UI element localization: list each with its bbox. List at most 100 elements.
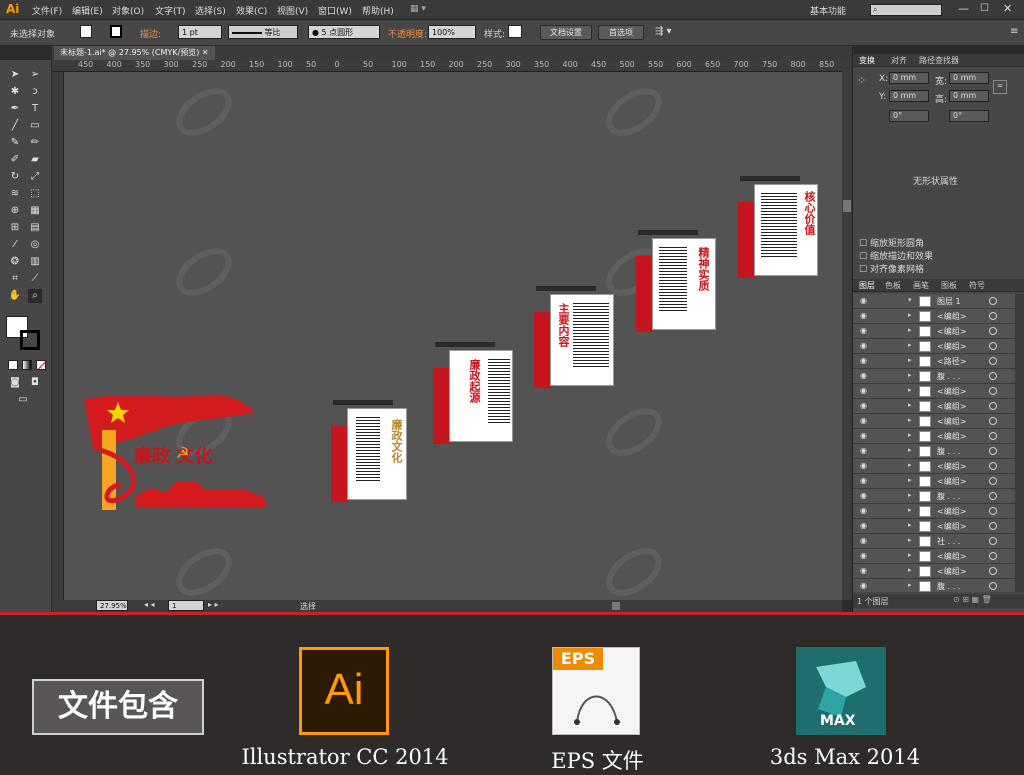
- expand-arrow-icon[interactable]: ▾: [908, 296, 912, 304]
- culture-panel-4[interactable]: 精神实质: [634, 230, 719, 335]
- target-circle-icon[interactable]: [989, 327, 997, 335]
- visibility-eye-icon[interactable]: ◉: [860, 371, 867, 380]
- layer-row[interactable]: ◉ ▸ <编组>: [853, 459, 1015, 474]
- artboard-nav-prev-icon[interactable]: ◂ ◂: [144, 600, 155, 609]
- paintbrush-icon[interactable]: ✎: [8, 136, 22, 150]
- tab-pathfinder[interactable]: 路径查找器: [919, 55, 959, 66]
- layer-row[interactable]: ◉ ▸ <编组>: [853, 504, 1015, 519]
- culture-panel-2[interactable]: 廉政起源: [431, 342, 516, 447]
- visibility-eye-icon[interactable]: ◉: [860, 551, 867, 560]
- expand-arrow-icon[interactable]: ▸: [908, 371, 912, 379]
- draw-normal-icon[interactable]: ◙: [8, 376, 22, 390]
- layer-row[interactable]: ◉ ▸ <编组>: [853, 474, 1015, 489]
- reference-point-icon[interactable]: ⁘: [857, 74, 871, 88]
- arrange-icon[interactable]: ⇶ ▾: [655, 26, 672, 37]
- menu-object[interactable]: 对象(O): [112, 4, 144, 17]
- warp-tool-icon[interactable]: ≋: [8, 187, 22, 201]
- target-circle-icon[interactable]: [989, 477, 997, 485]
- expand-arrow-icon[interactable]: ▸: [908, 431, 912, 439]
- tab-swatches[interactable]: 色板: [885, 280, 901, 291]
- visibility-eye-icon[interactable]: ◉: [860, 536, 867, 545]
- culture-panel-3[interactable]: 主要内容: [532, 286, 617, 391]
- symbol-sprayer-icon[interactable]: ❂: [8, 255, 22, 269]
- layer-row[interactable]: ◉ ▾ 图层 1: [853, 294, 1015, 309]
- expand-arrow-icon[interactable]: ▸: [908, 521, 912, 529]
- style-swatch[interactable]: [508, 25, 522, 38]
- visibility-eye-icon[interactable]: ◉: [860, 446, 867, 455]
- layer-row[interactable]: ◉ ▸ 社 . . .: [853, 534, 1015, 549]
- variable-width-select[interactable]: 等比: [228, 25, 298, 39]
- document-settings-button[interactable]: 文档设置: [540, 25, 592, 40]
- rotate-field[interactable]: 0°: [889, 110, 929, 122]
- type-tool-icon[interactable]: T: [28, 102, 42, 116]
- layer-row[interactable]: ◉ ▸ 腹 . . .: [853, 369, 1015, 384]
- target-circle-icon[interactable]: [989, 312, 997, 320]
- eraser-icon[interactable]: ▰: [28, 153, 42, 167]
- bridge-icon[interactable]: ▦ ▾: [410, 4, 426, 14]
- option-scale-strokes[interactable]: ☐ 缩放描边和效果: [859, 249, 933, 262]
- target-circle-icon[interactable]: [989, 522, 997, 530]
- expand-arrow-icon[interactable]: ▸: [908, 476, 912, 484]
- target-circle-icon[interactable]: [989, 492, 997, 500]
- visibility-eye-icon[interactable]: ◉: [860, 506, 867, 515]
- culture-panel-5[interactable]: 核心价值: [736, 176, 821, 281]
- expand-arrow-icon[interactable]: ▸: [908, 356, 912, 364]
- x-field[interactable]: 0 mm: [889, 72, 929, 84]
- target-circle-icon[interactable]: [989, 372, 997, 380]
- target-circle-icon[interactable]: [989, 552, 997, 560]
- visibility-eye-icon[interactable]: ◉: [860, 311, 867, 320]
- lasso-icon[interactable]: ↄ: [28, 85, 42, 99]
- expand-arrow-icon[interactable]: ▸: [908, 506, 912, 514]
- menu-type[interactable]: 文字(T): [155, 4, 186, 17]
- visibility-eye-icon[interactable]: ◉: [860, 476, 867, 485]
- menu-view[interactable]: 视图(V): [277, 4, 308, 17]
- layer-row[interactable]: ◉ ▸ <编组>: [853, 309, 1015, 324]
- visibility-eye-icon[interactable]: ◉: [860, 566, 867, 575]
- h-scroll-thumb[interactable]: [612, 602, 620, 610]
- rotate-tool-icon[interactable]: ↻: [8, 170, 22, 184]
- tab-layers[interactable]: 图层: [859, 280, 875, 291]
- slice-tool-icon[interactable]: ⟋: [28, 272, 42, 286]
- layer-row[interactable]: ◉ ▸ <编组>: [853, 519, 1015, 534]
- culture-panel-1[interactable]: 廉政文化: [329, 400, 409, 505]
- target-circle-icon[interactable]: [989, 402, 997, 410]
- mesh-tool-icon[interactable]: ⊞: [8, 221, 22, 235]
- expand-arrow-icon[interactable]: ▸: [908, 401, 912, 409]
- scale-tool-icon[interactable]: ⤢: [28, 170, 42, 184]
- expand-arrow-icon[interactable]: ▸: [908, 566, 912, 574]
- target-circle-icon[interactable]: [989, 462, 997, 470]
- visibility-eye-icon[interactable]: ◉: [860, 401, 867, 410]
- target-circle-icon[interactable]: [989, 357, 997, 365]
- brush-select[interactable]: ● 5 点圆形: [308, 25, 380, 39]
- pen-tool-icon[interactable]: ✒: [8, 102, 22, 116]
- layer-row[interactable]: ◉ ▸ <编组>: [853, 549, 1015, 564]
- visibility-eye-icon[interactable]: ◉: [860, 461, 867, 470]
- layers-scrollbar[interactable]: [1015, 294, 1024, 592]
- screen-mode-icon[interactable]: ▭: [16, 393, 30, 407]
- tab-close-icon[interactable]: ✕: [202, 48, 209, 57]
- layer-row[interactable]: ◉ ▸ 腹 . . .: [853, 579, 1015, 592]
- stroke-weight-field[interactable]: 1 pt: [178, 25, 222, 39]
- visibility-eye-icon[interactable]: ◉: [860, 491, 867, 500]
- expand-arrow-icon[interactable]: ▸: [908, 491, 912, 499]
- rectangle-tool-icon[interactable]: ▭: [28, 119, 42, 133]
- visibility-eye-icon[interactable]: ◉: [860, 341, 867, 350]
- layer-row[interactable]: ◉ ▸ <编组>: [853, 414, 1015, 429]
- layer-row[interactable]: ◉ ▸ <路径>: [853, 354, 1015, 369]
- target-circle-icon[interactable]: [989, 447, 997, 455]
- y-field[interactable]: 0 mm: [889, 90, 929, 102]
- minimize-icon[interactable]: —: [958, 2, 969, 15]
- layer-row[interactable]: ◉ ▸ 腹 . . .: [853, 489, 1015, 504]
- constrain-link-icon[interactable]: ∞: [993, 80, 1007, 94]
- target-circle-icon[interactable]: [989, 567, 997, 575]
- expand-arrow-icon[interactable]: ▸: [908, 416, 912, 424]
- opacity-label[interactable]: 不透明度:: [388, 27, 427, 40]
- target-circle-icon[interactable]: [989, 417, 997, 425]
- visibility-eye-icon[interactable]: ◉: [860, 581, 867, 590]
- preferences-button[interactable]: 首选项: [598, 25, 644, 40]
- expand-arrow-icon[interactable]: ▸: [908, 551, 912, 559]
- tab-symbols[interactable]: 符号: [969, 280, 985, 291]
- menu-edit[interactable]: 编辑(E): [72, 4, 103, 17]
- width-field[interactable]: 0 mm: [949, 72, 989, 84]
- tab-brushes[interactable]: 画笔: [913, 280, 929, 291]
